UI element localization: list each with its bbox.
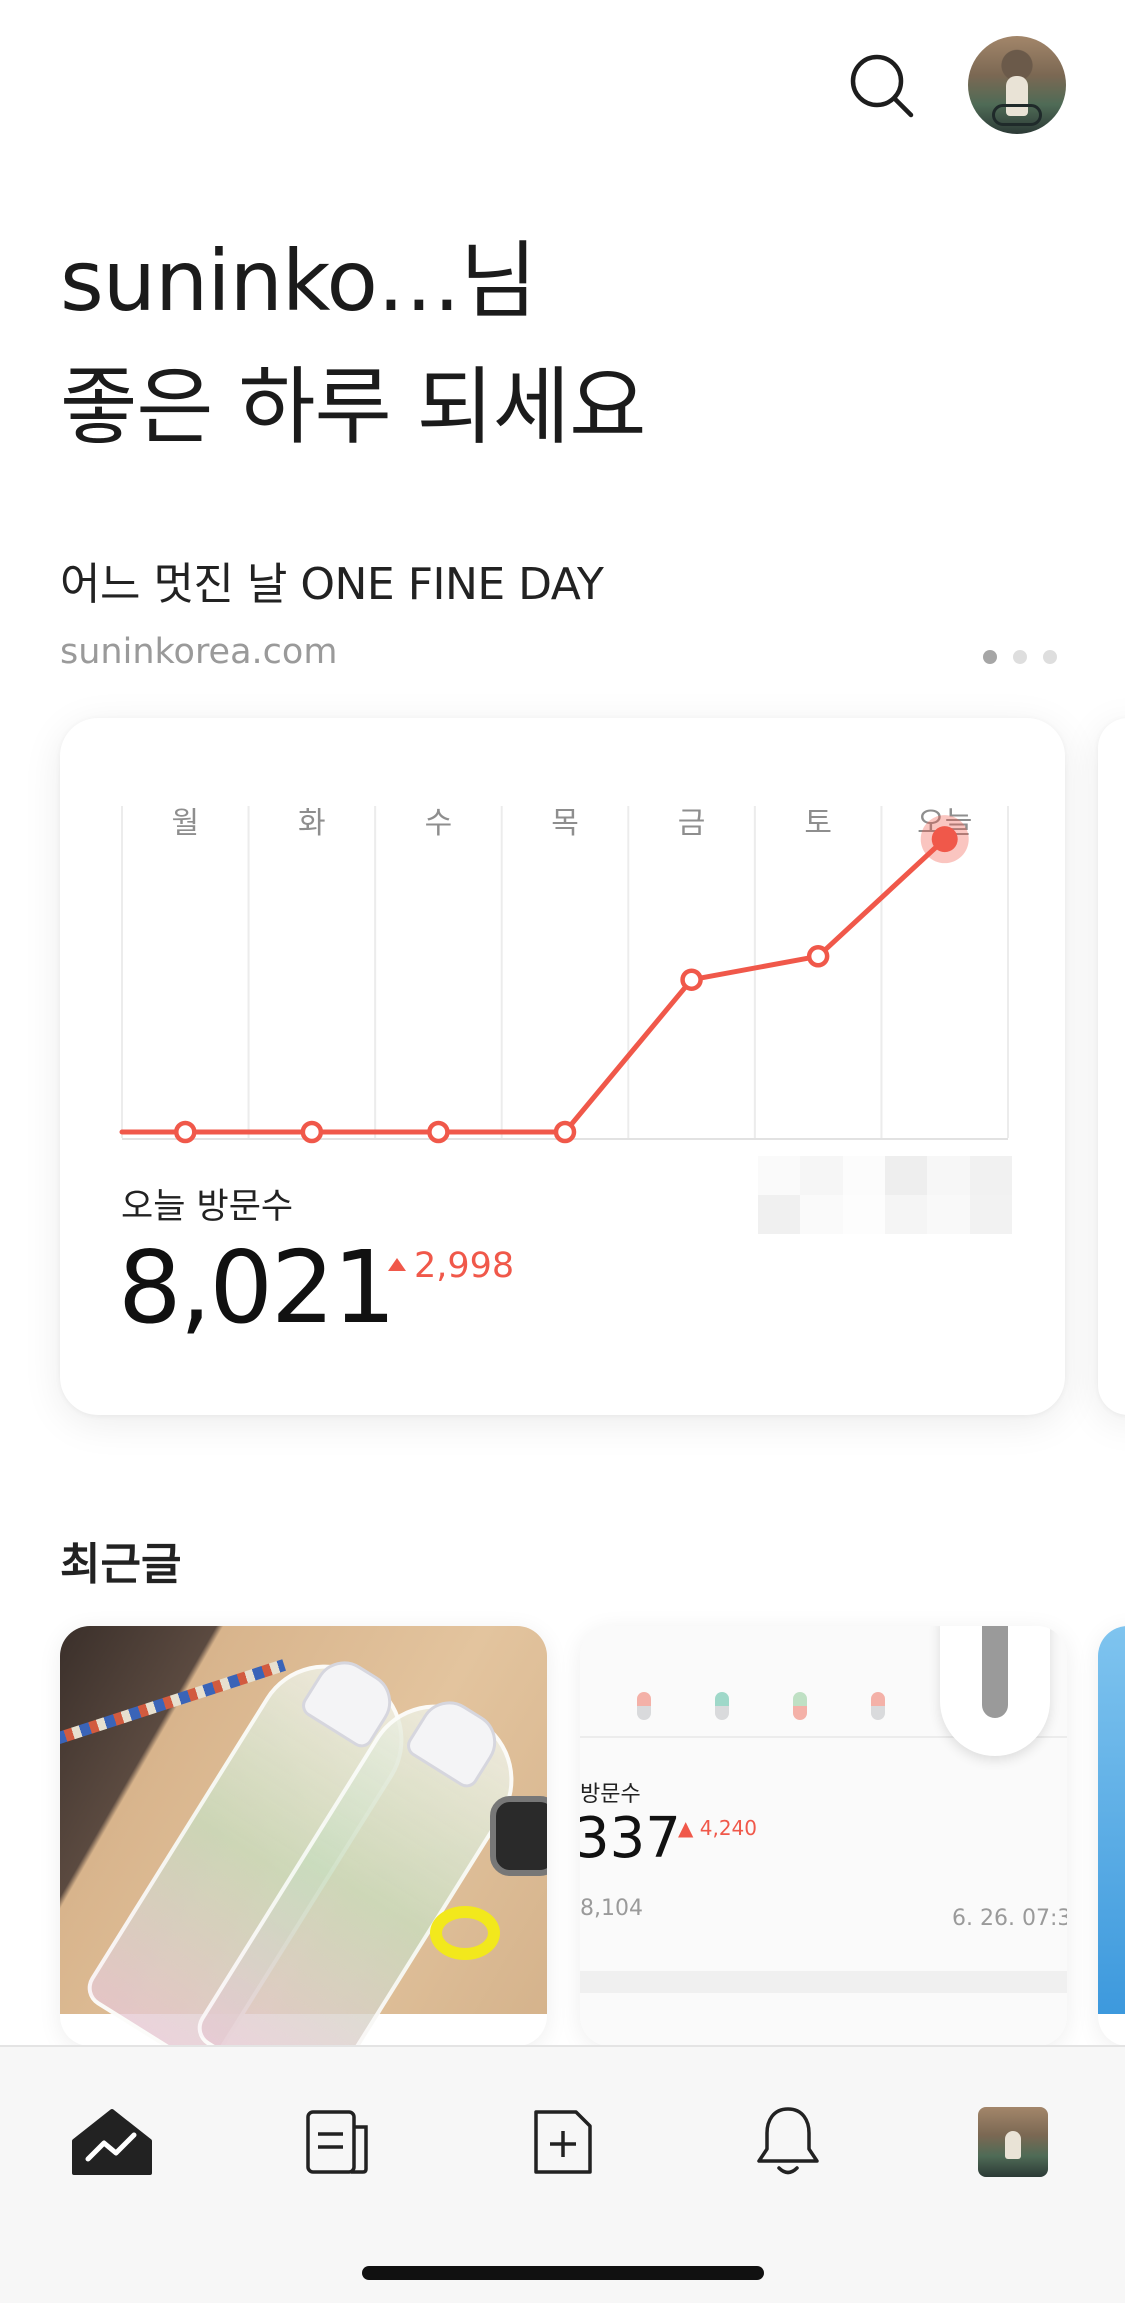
app-screen: suninko…님 좋은 하루 되세요 어느 멋진 날 ONE FINE DAY… [0,0,1125,2303]
page-dot-2 [1013,650,1027,664]
posts-icon [306,2110,368,2174]
x-tick-label: 토 [804,806,832,841]
series-line [119,836,948,1135]
x-tick-label: 수 [425,806,453,841]
blog-title[interactable]: 어느 멋진 날 ONE FINE DAY [60,548,604,612]
blurred-area [758,1156,1012,1234]
greeting: suninko…님 좋은 하루 되세요 [60,218,646,470]
data-point [300,1120,324,1144]
x-tick-label: 월 [171,806,199,841]
profile-avatar[interactable] [968,36,1066,134]
blog-url: suninkorea.com [60,632,338,672]
thumbnail-visits-delta: ▲ 4,240 [678,1816,758,1840]
tab-profile[interactable] [968,2097,1058,2187]
home-indicator [362,2266,764,2280]
thumbnail-toggle [940,1626,1050,1756]
search-icon[interactable] [848,52,916,120]
visitor-line-chart: 월 화 수 목 금 토 오늘 [119,806,1009,1144]
bag-shape [490,1796,547,1876]
thumbnail-time: 6. 26. 07:3 [952,1906,1067,1931]
tab-write[interactable] [518,2097,608,2187]
thumbnail-visits-value: 337 [580,1806,681,1871]
avatar-bike [992,104,1042,126]
rope-shape [430,1906,500,1960]
thumbnail-pills [637,1692,885,1720]
home-chart-icon [72,2109,152,2175]
bell-icon [757,2107,819,2175]
page-dot-1 [983,650,997,664]
tab-notifications[interactable] [743,2097,833,2187]
greeting-name: suninko…님 [60,232,537,330]
thumbnail-visits-label: 방문수 [580,1782,641,1807]
greeting-message: 좋은 하루 되세요 [60,358,646,456]
recent-post-card-peek[interactable] [1098,1626,1125,2046]
recent-posts-title: 최근글 [60,1539,182,1590]
tab-home[interactable] [67,2097,157,2187]
today-visits-value: 8,021 [118,1229,396,1346]
post-thumbnail: 방문수 337 ▲ 4,240 8,104 6. 26. 07:3 [580,1626,1067,2046]
profile-avatar-small [978,2107,1048,2177]
data-point [427,1120,450,1144]
today-visits-delta: 2,998 [388,1246,514,1286]
tab-posts[interactable] [293,2097,383,2187]
post-thumbnail [60,1626,547,2046]
data-point [680,968,703,991]
today-visits-label: 오늘 방문수 [121,1187,294,1227]
x-tick-label: 화 [298,806,326,841]
data-point [806,945,830,968]
recent-post-card[interactable] [60,1626,547,2046]
data-point [553,1120,577,1144]
next-card-peek[interactable] [1098,718,1125,1415]
visitor-stats-card[interactable]: 월 화 수 목 금 토 오늘 오늘 방문수 8,021 2,998 [60,718,1065,1415]
x-tick-label: 목 [551,806,579,841]
data-point [174,1120,197,1144]
up-triangle-icon [388,1257,406,1271]
thumbnail-sub-value: 8,104 [580,1896,643,1921]
page-indicator [983,650,1057,664]
recent-post-card[interactable]: 방문수 337 ▲ 4,240 8,104 6. 26. 07:3 [580,1626,1067,2046]
today-visits-delta-value: 2,998 [414,1246,515,1286]
page-dot-3 [1043,650,1057,664]
bottom-tab-bar [0,2045,1125,2303]
write-icon [534,2110,592,2174]
x-tick-label: 금 [678,806,706,841]
post-thumbnail [1098,1626,1125,2014]
data-point [931,826,958,853]
